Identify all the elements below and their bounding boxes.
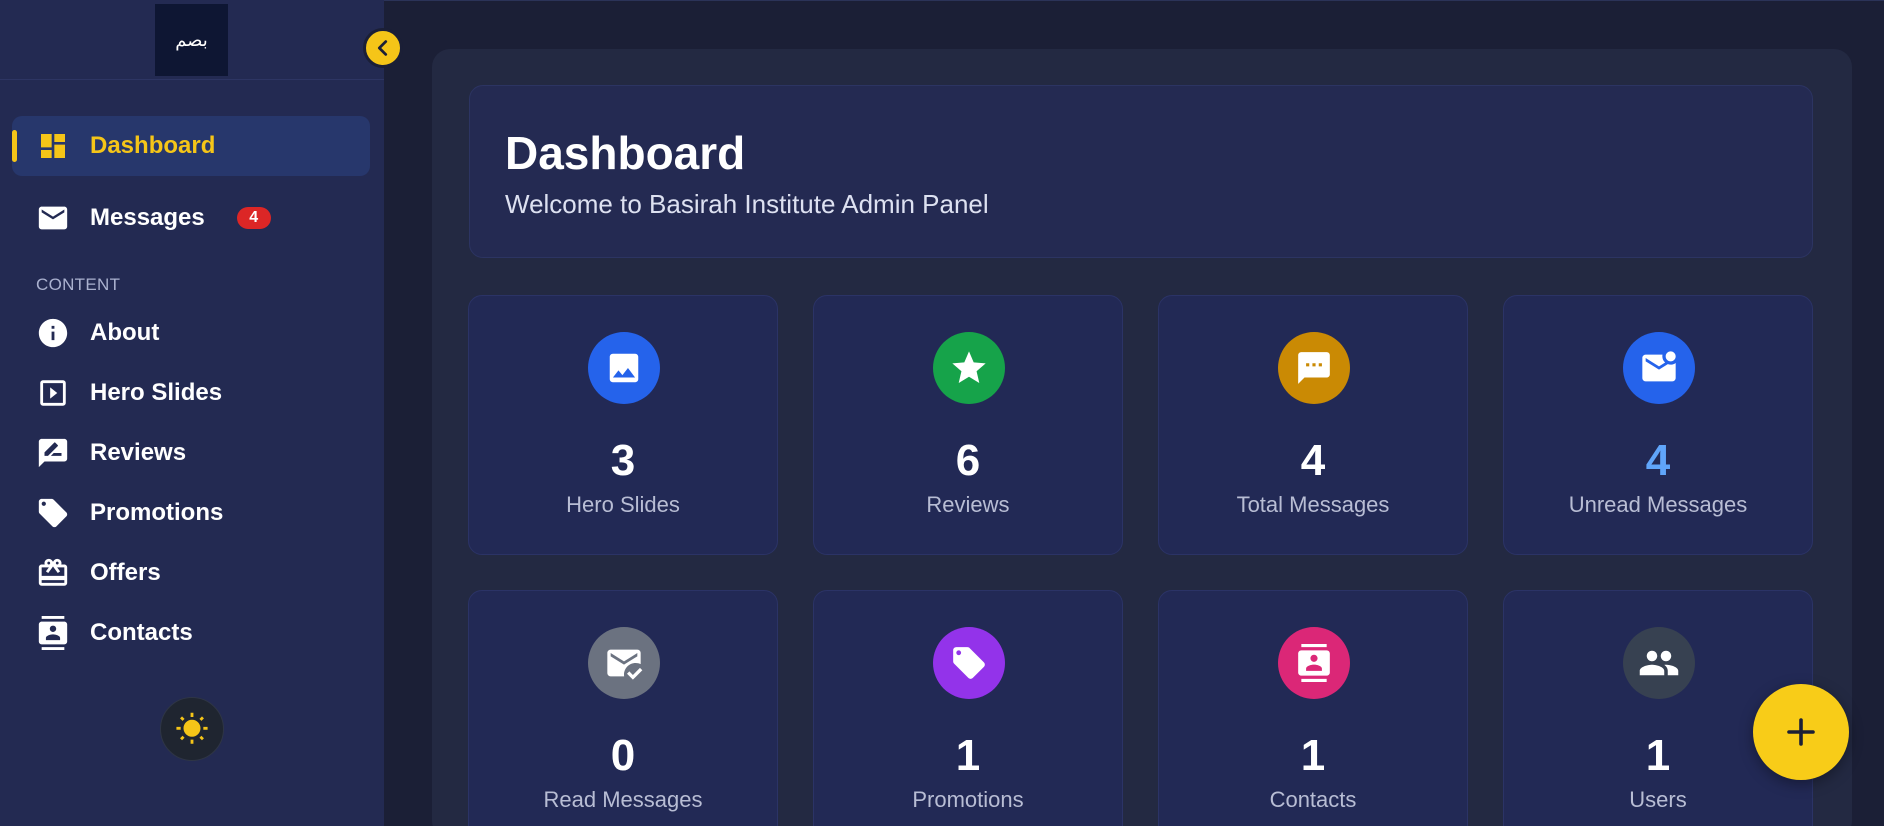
welcome-banner: Dashboard Welcome to Basirah Institute A… xyxy=(469,85,1813,258)
add-button[interactable] xyxy=(1753,684,1849,780)
logo[interactable]: بصم xyxy=(155,4,228,76)
stat-card-reviews[interactable]: 6 Reviews xyxy=(813,295,1123,555)
page-subtitle: Welcome to Basirah Institute Admin Panel xyxy=(505,189,989,219)
stat-value: 4 xyxy=(1300,436,1326,485)
stat-card-promotions[interactable]: 1 Promotions xyxy=(813,590,1123,826)
sidebar-item-about[interactable]: About xyxy=(12,303,370,363)
stat-value: 6 xyxy=(955,436,981,485)
contacts-icon xyxy=(36,616,70,650)
stat-label: Contacts xyxy=(1269,787,1357,812)
stat-card-unread-messages[interactable]: 4 Unread Messages xyxy=(1503,295,1813,555)
stat-label: Read Messages xyxy=(543,787,703,812)
plus-icon xyxy=(1783,714,1819,750)
sidebar-item-label: Contacts xyxy=(90,619,193,646)
users-icon xyxy=(1623,627,1695,699)
sun-icon xyxy=(175,712,209,746)
unread-mail-icon xyxy=(1623,332,1695,404)
stat-label: Promotions xyxy=(912,787,1024,812)
sidebar-item-label: Promotions xyxy=(90,499,224,526)
stat-card-hero-slides[interactable]: 3 Hero Slides xyxy=(468,295,778,555)
sidebar-item-label: About xyxy=(90,319,160,346)
stat-label: Reviews xyxy=(926,492,1010,517)
star-icon xyxy=(933,332,1005,404)
image-icon xyxy=(588,332,660,404)
sidebar-item-hero-slides[interactable]: Hero Slides xyxy=(12,363,370,423)
sidebar-item-offers[interactable]: Offers xyxy=(12,543,370,603)
section-label-content: CONTENT xyxy=(36,275,121,294)
stat-label: Hero Slides xyxy=(566,492,680,517)
stat-label: Total Messages xyxy=(1236,492,1390,517)
sidebar-item-dashboard[interactable]: Dashboard xyxy=(12,116,370,176)
stat-label: Users xyxy=(1629,787,1687,812)
gift-icon xyxy=(36,556,70,590)
slideshow-icon xyxy=(36,376,70,410)
sidebar-item-messages[interactable]: Messages 4 xyxy=(12,188,370,248)
stat-card-read-messages[interactable]: 0 Read Messages xyxy=(468,590,778,826)
sidebar-item-label: Offers xyxy=(90,559,161,586)
page-title: Dashboard xyxy=(505,127,746,179)
read-mail-icon xyxy=(588,627,660,699)
stat-value: 1 xyxy=(1300,731,1326,780)
rate-review-icon xyxy=(36,436,70,470)
tag-icon xyxy=(933,627,1005,699)
contact-card-icon xyxy=(1278,627,1350,699)
unread-badge: 4 xyxy=(236,207,271,229)
chat-icon xyxy=(1278,332,1350,404)
info-icon xyxy=(36,316,70,350)
stat-value: 4 xyxy=(1645,436,1671,485)
sidebar-item-label: Reviews xyxy=(90,439,187,466)
theme-toggle-button[interactable] xyxy=(160,697,224,761)
sidebar-item-reviews[interactable]: Reviews xyxy=(12,423,370,483)
sidebar-item-label: Messages xyxy=(90,204,205,231)
stat-value: 3 xyxy=(610,436,636,485)
stat-value: 1 xyxy=(955,731,981,780)
sidebar: بصم Dashboard Messages 4 CONTENT About H… xyxy=(0,0,384,826)
dashboard-icon xyxy=(36,129,70,163)
stat-value: 0 xyxy=(610,731,636,780)
tag-icon xyxy=(36,496,70,530)
stat-card-total-messages[interactable]: 4 Total Messages xyxy=(1158,295,1468,555)
stat-card-contacts[interactable]: 1 Contacts xyxy=(1158,590,1468,826)
sidebar-item-label: Dashboard xyxy=(90,132,216,159)
collapse-sidebar-button[interactable] xyxy=(363,28,403,68)
mail-icon xyxy=(36,201,70,235)
sidebar-header: بصم xyxy=(0,0,384,80)
sidebar-item-promotions[interactable]: Promotions xyxy=(12,483,370,543)
sidebar-item-contacts[interactable]: Contacts xyxy=(12,603,370,663)
chevron-left-icon xyxy=(372,37,394,59)
stat-label: Unread Messages xyxy=(1568,492,1748,517)
sidebar-item-label: Hero Slides xyxy=(90,379,223,406)
